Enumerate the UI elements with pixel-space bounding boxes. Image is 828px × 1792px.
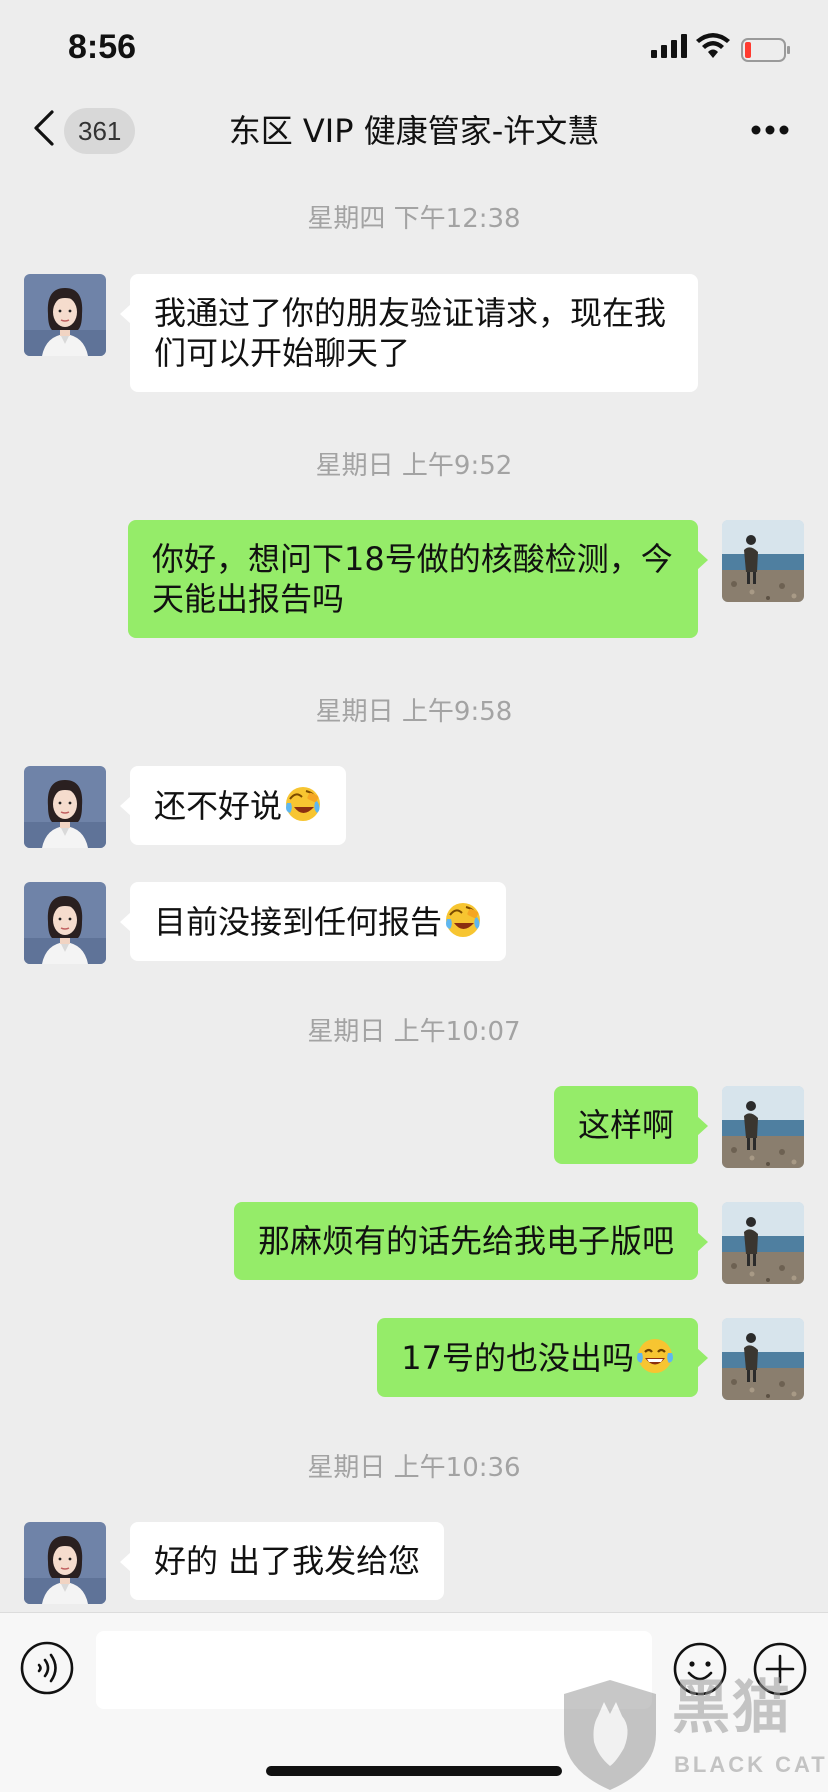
message-timestamp: 星期日 上午10:36 bbox=[307, 1453, 521, 1483]
message-bubble-sent[interactable]: 你好，想问下18号做的核酸检测，今天能出报告吗 bbox=[128, 520, 708, 638]
message-bubble-received[interactable]: 好的 出了我发给您 bbox=[119, 1522, 445, 1600]
message-bubble-sent[interactable]: 这样啊 bbox=[553, 1086, 709, 1164]
cellular-signal-icon bbox=[651, 34, 687, 58]
battery-low-icon bbox=[741, 38, 790, 62]
contact-avatar[interactable] bbox=[24, 882, 106, 964]
message-bubble-received[interactable]: 还不好说 bbox=[119, 766, 347, 845]
message-text: 你好，想问下18号做的核酸检测，今天能出报告吗 bbox=[152, 540, 673, 618]
message-text: 17号的也没出吗 bbox=[401, 1339, 634, 1377]
contact-avatar[interactable] bbox=[24, 274, 106, 356]
status-bar: 8:56 bbox=[0, 0, 828, 96]
message-text: 那麻烦有的话先给我电子版吧 bbox=[257, 1222, 674, 1260]
message-text: 目前没接到任何报告 bbox=[154, 903, 443, 941]
more-horizontal-icon[interactable] bbox=[750, 124, 790, 136]
message-timestamp: 星期日 上午9:52 bbox=[315, 451, 513, 481]
message-timestamp: 星期日 上午9:58 bbox=[315, 697, 513, 727]
tears-of-joy-emoji-icon bbox=[636, 1337, 674, 1375]
home-indicator[interactable] bbox=[266, 1766, 562, 1776]
my-avatar[interactable] bbox=[722, 1086, 804, 1168]
crying-laughing-emoji-icon bbox=[444, 901, 482, 939]
my-avatar[interactable] bbox=[722, 520, 804, 602]
message-text: 好的 出了我发给您 bbox=[154, 1542, 421, 1580]
message-text: 我通过了你的朋友验证请求，现在我们可以开始聊天了 bbox=[154, 294, 667, 372]
shield-cat-logo-icon bbox=[564, 1680, 656, 1790]
message-timestamp: 星期日 上午10:07 bbox=[307, 1017, 521, 1047]
my-avatar[interactable] bbox=[722, 1202, 804, 1284]
crying-laughing-emoji-icon bbox=[284, 785, 322, 823]
message-text: 这样啊 bbox=[577, 1106, 674, 1144]
my-avatar[interactable] bbox=[722, 1318, 804, 1400]
wifi-icon bbox=[696, 33, 730, 58]
contact-avatar[interactable] bbox=[24, 766, 106, 848]
chat-title: 东区 VIP 健康管家-许文慧 bbox=[228, 112, 600, 150]
message-bubble-sent[interactable]: 17号的也没出吗 bbox=[377, 1318, 708, 1397]
message-timestamp: 星期四 下午12:38 bbox=[307, 204, 521, 234]
contact-avatar[interactable] bbox=[24, 1522, 106, 1604]
voice-input-icon[interactable] bbox=[20, 1641, 74, 1695]
message-bubble-received[interactable]: 目前没接到任何报告 bbox=[119, 882, 507, 961]
blackcat-watermark: 黑猫 BLACK CAT bbox=[558, 1670, 828, 1792]
chevron-left-icon[interactable] bbox=[30, 110, 60, 146]
status-time: 8:56 bbox=[68, 28, 137, 66]
message-bubble-received[interactable]: 我通过了你的朋友验证请求，现在我们可以开始聊天了 bbox=[120, 274, 698, 392]
watermark-text-cn: 黑猫 bbox=[672, 1673, 793, 1741]
message-text: 还不好说 bbox=[154, 787, 283, 825]
unread-count-badge[interactable]: 361 bbox=[64, 108, 136, 154]
message-bubble-sent[interactable]: 那麻烦有的话先给我电子版吧 bbox=[233, 1202, 709, 1280]
watermark-text-en: BLACK CAT bbox=[674, 1752, 828, 1777]
chat-header: 361 东区 VIP 健康管家-许文慧 bbox=[0, 96, 828, 192]
